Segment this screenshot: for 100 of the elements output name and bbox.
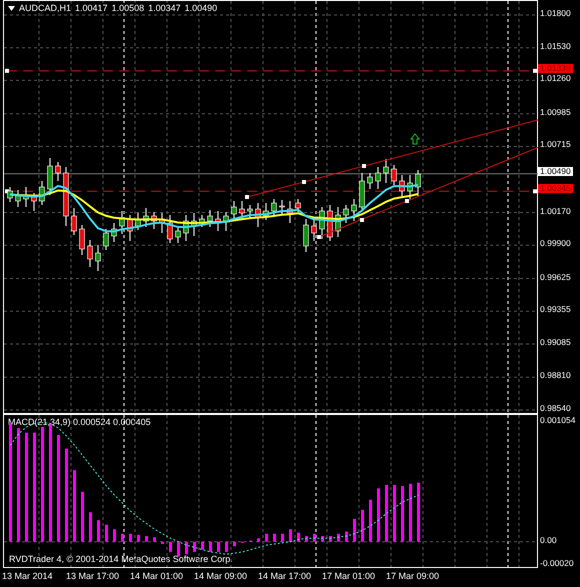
candlestick <box>375 166 381 190</box>
histogram-bar <box>385 484 388 542</box>
candlestick <box>407 174 413 200</box>
price-axis-label: 1.01800 <box>540 8 571 18</box>
candlestick <box>383 158 389 184</box>
indicator-title: MACD(21,34,9) 0.000524 0.000405 <box>8 417 151 427</box>
time-axis-label: 13 Mar 17:00 <box>66 571 120 581</box>
candlestick <box>7 186 13 202</box>
ohlc-price: 1.00347 <box>148 3 181 13</box>
histogram-bar <box>305 536 308 542</box>
histogram-bar <box>129 534 132 542</box>
ohlc-price: 1.00417 <box>75 3 108 13</box>
price-axis-label: 0.99355 <box>540 304 571 314</box>
histogram-bar <box>89 512 92 542</box>
histogram-bar <box>209 542 212 552</box>
candlestick <box>111 222 117 242</box>
histogram-bar <box>273 534 276 542</box>
candlestick <box>31 192 37 212</box>
candlestick <box>127 214 133 242</box>
candlestick <box>287 200 293 224</box>
candlestick <box>71 208 77 236</box>
up-arrow-icon <box>410 133 420 144</box>
candlestick <box>151 212 157 230</box>
candlestick <box>327 204 333 242</box>
time-axis-label: 14 Mar 01:00 <box>130 571 184 581</box>
candlestick <box>303 218 309 252</box>
horizontal-level-line[interactable] <box>5 189 537 194</box>
price-axis-label: 0.98540 <box>540 403 571 413</box>
price-axis-label: 1.01530 <box>540 40 571 51</box>
histogram-bar <box>97 520 100 542</box>
macd-axis-label: 0.00 <box>540 534 557 545</box>
histogram-bar <box>153 537 156 542</box>
price-axis-label: 1.01260 <box>540 73 571 84</box>
histogram-bar <box>321 536 324 542</box>
histogram-bar <box>337 534 340 542</box>
dropdown-triangle-icon[interactable] <box>8 6 15 10</box>
channel-line[interactable] <box>317 146 538 239</box>
level-price-tag: 1.01339 <box>538 64 573 73</box>
candlestick <box>15 190 21 208</box>
price-axis-label: 0.99625 <box>540 272 571 282</box>
histogram-bar <box>401 486 404 542</box>
candlestick <box>247 204 253 220</box>
histogram-bar <box>81 492 84 542</box>
price-axis-label: 0.99900 <box>540 238 571 248</box>
candlestick <box>367 172 373 190</box>
histogram-bar <box>177 542 180 556</box>
price-axis-label: 0.99085 <box>540 336 571 347</box>
candlestick <box>255 202 261 228</box>
candlestick <box>167 214 173 244</box>
candlestick <box>351 198 357 222</box>
histogram-bar <box>137 534 140 542</box>
candlestick <box>95 244 101 272</box>
candlestick <box>319 206 325 240</box>
time-axis-label: 17 Mar 09:00 <box>386 571 440 581</box>
candlestick <box>23 186 29 208</box>
histogram-bar <box>121 534 124 542</box>
histogram-bar <box>361 510 364 542</box>
candlestick <box>63 166 69 226</box>
histogram-bar <box>233 542 236 546</box>
histogram-bar <box>201 542 204 550</box>
histogram-bar <box>369 500 372 542</box>
histogram-bar <box>257 538 260 542</box>
candlestick <box>231 200 237 218</box>
candlestick <box>79 224 85 256</box>
level-price-tag: 1.00345 <box>538 184 573 194</box>
ohlc-price: 1.00490 <box>184 3 218 13</box>
candlestick <box>335 206 341 238</box>
histogram-bar <box>289 529 292 542</box>
time-axis-label: 14 Mar 17:00 <box>258 571 312 581</box>
candlestick <box>87 240 93 268</box>
candlestick <box>415 170 421 198</box>
histogram-bar <box>353 519 356 542</box>
channel-line[interactable] <box>245 119 538 199</box>
histogram-bar <box>185 542 188 554</box>
candlestick <box>47 158 53 196</box>
candlestick <box>295 198 301 212</box>
price-axis-label: 1.00170 <box>540 206 571 216</box>
histogram-bar <box>73 470 76 542</box>
histogram-bar <box>105 524 108 542</box>
candlestick <box>391 164 397 186</box>
candlestick <box>159 212 165 234</box>
histogram-bar <box>393 484 396 542</box>
histogram-bar <box>345 532 348 542</box>
macd-axis-label: 0.001054 <box>540 415 576 425</box>
candlestick <box>191 212 197 236</box>
candlestick <box>343 204 349 224</box>
candlestick <box>199 214 205 228</box>
candlestick <box>271 198 277 218</box>
histogram-bar <box>217 542 220 552</box>
candlestick <box>175 226 181 244</box>
candlestick <box>399 174 405 198</box>
histogram-bar <box>313 534 316 542</box>
histogram-bar <box>169 542 172 552</box>
candlestick <box>135 212 141 230</box>
candlestick <box>215 210 221 232</box>
candlestick <box>223 212 229 232</box>
time-axis-label: 14 Mar 09:00 <box>194 571 248 581</box>
candlestick <box>207 210 213 228</box>
histogram-bar <box>297 532 300 542</box>
histogram-bar <box>377 488 380 542</box>
